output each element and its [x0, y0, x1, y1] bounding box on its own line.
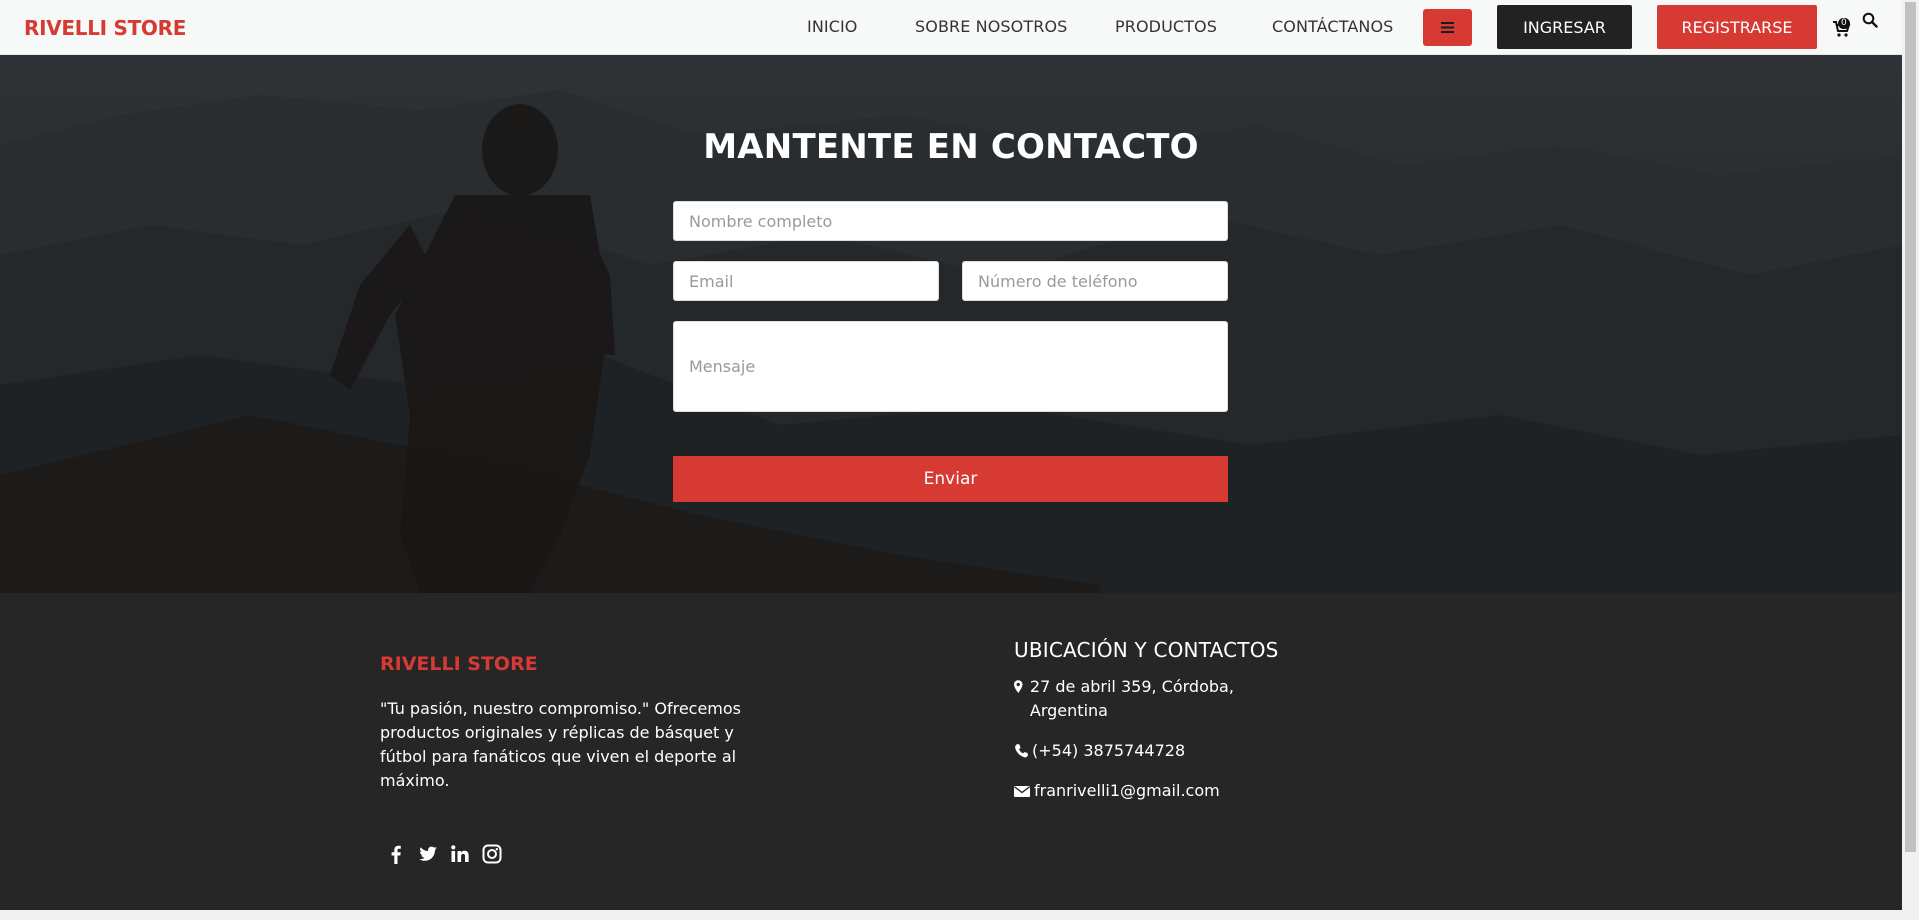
site-footer: RIVELLI STORE "Tu pasión, nuestro compro… — [0, 593, 1902, 910]
linkedin-icon[interactable] — [449, 843, 471, 865]
nav-sobre-nosotros[interactable]: SOBRE NOSOTROS — [915, 17, 1067, 36]
phone-input[interactable]: Número de teléfono — [962, 261, 1228, 301]
brand-logo[interactable]: RIVELLI STORE — [24, 16, 186, 40]
nav-inicio[interactable]: INICIO — [807, 17, 858, 36]
hamburger-icon — [1441, 22, 1454, 33]
footer-brand: RIVELLI STORE — [380, 653, 538, 675]
email-text[interactable]: franrivelli1@gmail.com — [1034, 779, 1220, 803]
full-name-input[interactable]: Nombre completo — [673, 201, 1228, 241]
contact-title: MANTENTE EN CONTACTO — [703, 127, 1199, 167]
map-marker-icon — [1014, 680, 1023, 693]
login-button[interactable]: INGRESAR — [1497, 5, 1632, 49]
footer-contact-heading: UBICACIÓN Y CONTACTOS — [1014, 638, 1279, 662]
message-textarea[interactable]: Mensaje — [673, 321, 1228, 412]
cart-count-badge: 0 — [1838, 18, 1850, 29]
address-text: 27 de abril 359, Córdoba, Argentina — [1029, 677, 1234, 720]
footer-bottom-strip — [0, 910, 1902, 920]
twitter-icon[interactable] — [417, 843, 439, 865]
social-links — [385, 843, 503, 865]
register-button[interactable]: REGISTRARSE — [1657, 5, 1817, 49]
phone-icon — [1015, 744, 1028, 758]
send-button[interactable]: Enviar — [673, 456, 1228, 502]
footer-address: 27 de abril 359, Córdoba, Argentina — [1014, 675, 1274, 723]
envelope-icon — [1014, 786, 1030, 797]
footer-email: franrivelli1@gmail.com — [1014, 779, 1220, 803]
footer-description: "Tu pasión, nuestro compromiso." Ofrecem… — [380, 699, 742, 790]
top-navbar: RIVELLI STORE INICIO SOBRE NOSOTROS PROD… — [0, 0, 1902, 55]
footer-phone: (+54) 3875744728 — [1014, 739, 1185, 763]
search-icon[interactable] — [1862, 12, 1878, 28]
nav-productos[interactable]: PRODUCTOS — [1115, 17, 1217, 36]
instagram-icon[interactable] — [481, 843, 503, 865]
contact-hero: MANTENTE EN CONTACTO Nombre completo Ema… — [0, 55, 1902, 593]
facebook-icon[interactable] — [385, 843, 407, 865]
menu-button[interactable] — [1423, 9, 1472, 46]
scrollbar-thumb[interactable] — [1905, 2, 1916, 852]
email-input[interactable]: Email — [673, 261, 939, 301]
nav-contactanos[interactable]: CONTÁCTANOS — [1272, 17, 1393, 36]
phone-text: (+54) 3875744728 — [1032, 741, 1186, 760]
